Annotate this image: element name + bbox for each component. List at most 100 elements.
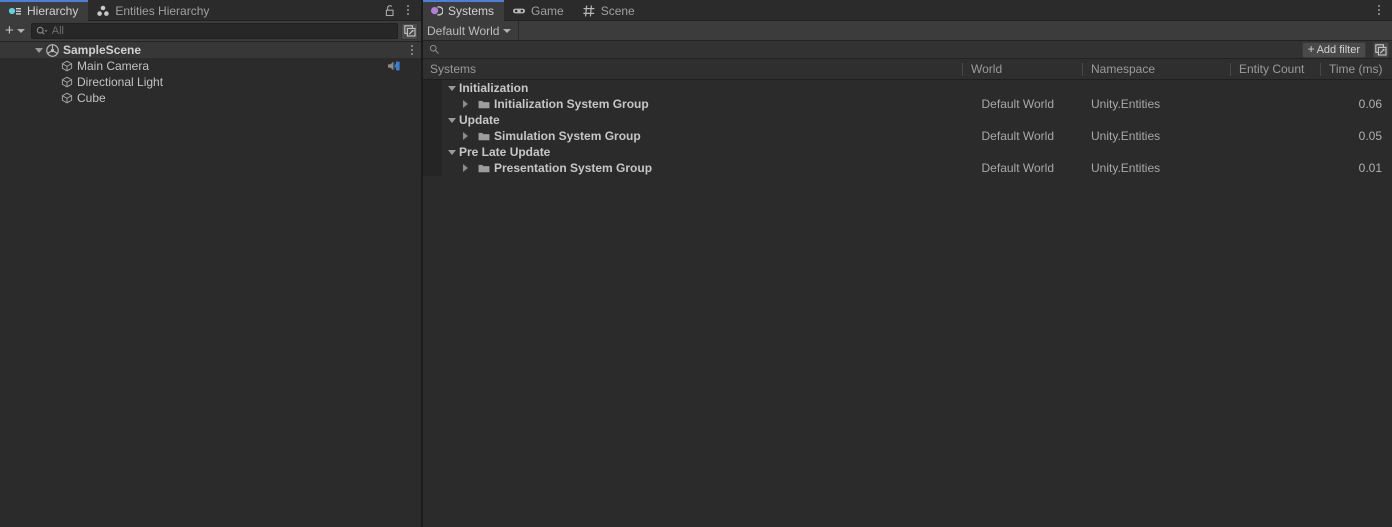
lock-icon[interactable] <box>382 1 398 19</box>
tab-systems-label: Systems <box>448 3 495 18</box>
systems-table-body: Initialization Initialization System Gro… <box>421 80 1392 527</box>
cell-namespace <box>1082 144 1230 160</box>
column-header-entity-count[interactable]: Entity Count <box>1230 59 1320 80</box>
hierarchy-panel: Hierarchy Entities Hierarchy + All Sampl… <box>0 0 421 527</box>
cell-systems: Initialization System Group <box>421 96 962 112</box>
chevron-down-icon <box>503 28 512 33</box>
panel-menu-kebab-icon[interactable] <box>400 1 416 19</box>
plus-icon: + <box>1307 42 1315 56</box>
tab-game-label: Game <box>531 3 564 18</box>
column-header-namespace[interactable]: Namespace <box>1082 59 1230 80</box>
cell-systems: Simulation System Group <box>421 128 962 144</box>
grid-icon <box>582 4 596 18</box>
scene-row-kebab-icon[interactable] <box>411 42 413 58</box>
systems-world-toolbar: Default World <box>421 20 1392 41</box>
column-header-world[interactable]: World <box>962 59 1082 80</box>
add-filter-label: Add filter <box>1316 43 1360 56</box>
tab-entities-hierarchy[interactable]: Entities Hierarchy <box>88 0 219 21</box>
systems-icon <box>429 4 443 18</box>
cell-systems: Initialization <box>421 80 962 96</box>
search-dropdown-icon[interactable] <box>36 26 48 37</box>
cell-world <box>962 112 1082 128</box>
table-row[interactable]: Pre Late Update <box>421 144 1392 160</box>
gameobject-cube-icon <box>61 60 73 72</box>
cell-entity-count <box>1230 112 1320 128</box>
chevron-down-icon[interactable] <box>448 149 456 155</box>
tree-item-cube[interactable]: Cube <box>0 90 421 106</box>
chevron-down-icon <box>16 29 25 33</box>
panel-divider[interactable] <box>421 0 423 527</box>
cell-entity-count <box>1230 160 1320 176</box>
plus-icon: + <box>5 22 14 39</box>
gamepad-icon <box>512 4 526 18</box>
table-row[interactable]: Simulation System Group Default World Un… <box>421 128 1392 144</box>
table-row[interactable]: Initialization <box>421 80 1392 96</box>
hierarchy-tabbar: Hierarchy Entities Hierarchy <box>0 0 421 21</box>
column-header-systems[interactable]: Systems <box>421 59 962 80</box>
cell-namespace <box>1082 80 1230 96</box>
hierarchy-popout-button[interactable] <box>401 22 418 40</box>
panel-menu-kebab-icon[interactable] <box>1371 1 1387 19</box>
cell-time-ms <box>1320 144 1392 160</box>
chevron-right-icon[interactable] <box>463 100 468 108</box>
tree-item-samplescene[interactable]: SampleScene <box>0 42 421 58</box>
column-header-label: World <box>971 62 1003 76</box>
cell-time-ms <box>1320 80 1392 96</box>
systems-tab-actions <box>1371 0 1392 20</box>
chevron-right-icon[interactable] <box>463 164 468 172</box>
cell-time-ms <box>1320 112 1392 128</box>
tab-systems[interactable]: Systems <box>421 0 505 21</box>
tree-item-directional-light[interactable]: Directional Light <box>0 74 421 90</box>
cell-world <box>962 80 1082 96</box>
row-label: Update <box>459 113 500 127</box>
tree-item-main-camera[interactable]: Main Camera <box>0 58 421 74</box>
cell-world: Default World <box>981 161 1054 175</box>
cell-namespace: Unity.Entities <box>1091 129 1161 143</box>
tab-scene[interactable]: Scene <box>574 0 645 21</box>
systems-panel: Systems Game Scene Default World + Add f… <box>421 0 1392 527</box>
tree-item-label: Main Camera <box>77 59 150 73</box>
chevron-down-icon[interactable] <box>448 117 456 123</box>
row-label: Simulation System Group <box>494 129 641 143</box>
table-row[interactable]: Initialization System Group Default Worl… <box>421 96 1392 112</box>
cell-entity-count <box>1230 144 1320 160</box>
cell-entity-count <box>1230 80 1320 96</box>
chevron-right-icon[interactable] <box>463 132 468 140</box>
systems-popout-button[interactable] <box>1373 41 1389 58</box>
cell-namespace <box>1082 112 1230 128</box>
folder-icon <box>478 163 490 174</box>
column-header-label: Namespace <box>1091 62 1156 76</box>
tabbar-spacer <box>219 0 382 20</box>
row-label: Initialization <box>459 81 529 95</box>
add-gameobject-button[interactable]: + <box>3 23 28 40</box>
column-header-label: Entity Count <box>1239 62 1305 76</box>
cell-namespace: Unity.Entities <box>1091 161 1161 175</box>
folder-icon <box>478 99 490 110</box>
popout-icon <box>1375 43 1387 56</box>
search-icon[interactable] <box>429 44 440 55</box>
world-selector-dropdown[interactable]: Default World <box>421 20 520 41</box>
hierarchy-icon <box>8 4 22 18</box>
hierarchy-tab-actions <box>382 0 421 20</box>
hierarchy-search-value: All <box>51 25 64 37</box>
cell-world: Default World <box>981 97 1054 111</box>
chevron-down-icon[interactable] <box>35 47 43 53</box>
add-filter-button[interactable]: + Add filter <box>1301 41 1366 58</box>
row-label: Initialization System Group <box>494 97 649 111</box>
column-header-label: Systems <box>430 62 477 76</box>
tab-hierarchy[interactable]: Hierarchy <box>0 0 89 21</box>
hierarchy-search-input[interactable]: All <box>30 23 398 39</box>
audio-listener-icon[interactable] <box>387 60 403 72</box>
tabbar-spacer <box>645 0 1371 20</box>
chevron-down-icon[interactable] <box>448 85 456 91</box>
world-selector-label: Default World <box>427 23 500 38</box>
column-header-label: Time (ms) <box>1329 62 1383 76</box>
gameobject-cube-icon <box>61 92 73 104</box>
column-header-time-ms[interactable]: Time (ms) <box>1320 59 1392 80</box>
table-row[interactable]: Update <box>421 112 1392 128</box>
tree-item-label: Directional Light <box>77 75 164 89</box>
tab-scene-label: Scene <box>600 3 635 18</box>
table-row[interactable]: Presentation System Group Default World … <box>421 160 1392 176</box>
tab-game[interactable]: Game <box>504 0 574 21</box>
systems-search-bar: + Add filter <box>421 41 1392 59</box>
